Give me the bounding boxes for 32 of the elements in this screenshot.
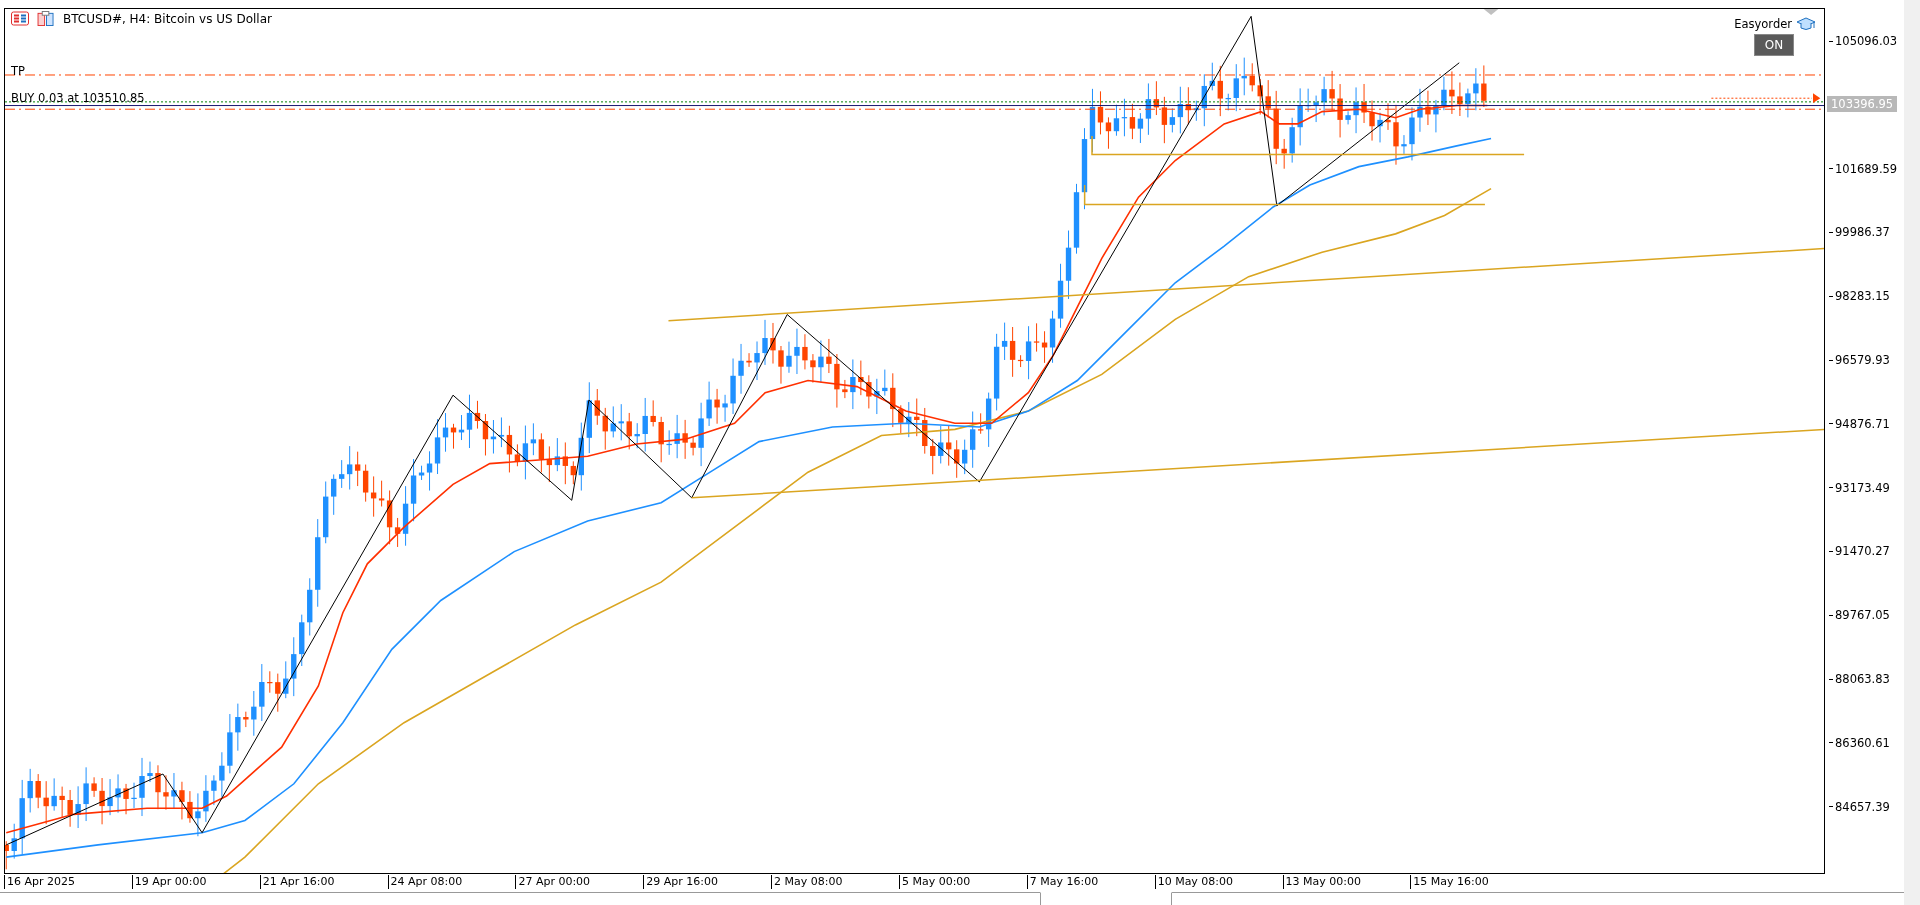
price-label: 94876.71 <box>1829 416 1890 431</box>
current-price-label: 103396.95 <box>1827 96 1898 112</box>
time-label: 5 May 00:00 <box>898 875 971 889</box>
time-label: 29 Apr 16:00 <box>643 875 718 889</box>
price-label: 105096.03 <box>1829 34 1898 48</box>
time-label: 19 Apr 00:00 <box>131 875 207 889</box>
time-label: 13 May 00:00 <box>1282 875 1361 889</box>
price-label: 93173.49 <box>1829 480 1890 495</box>
time-label: 21 Apr 16:00 <box>259 875 335 889</box>
price-label: 88063.83 <box>1829 672 1890 686</box>
time-label: 16 Apr 2025 <box>4 875 75 889</box>
price-label: 96579.93 <box>1829 353 1890 367</box>
time-label: 15 May 16:00 <box>1410 875 1489 889</box>
time-label: 24 Apr 08:00 <box>387 875 463 889</box>
graduation-cap-icon <box>1796 17 1816 31</box>
price-label: 86360.61 <box>1829 735 1890 750</box>
time-label: 2 May 08:00 <box>771 875 843 889</box>
expert-name: Easyorder <box>1734 17 1792 31</box>
on-toggle-button[interactable]: ON <box>1754 34 1794 56</box>
take-profit-label: TP <box>11 64 25 78</box>
time-label: 7 May 16:00 <box>1026 875 1099 889</box>
window-title: BTCUSD#, H4: Bitcoin vs US Dollar <box>63 11 272 26</box>
order-label: BUY 0.03 at 103510.85 <box>11 91 145 105</box>
shift-marker-icon <box>1483 9 1499 16</box>
price-label: 84657.39 <box>1829 799 1890 814</box>
arrow-marker-icon <box>1813 93 1821 104</box>
list-icon <box>11 11 29 26</box>
template-icon <box>37 11 55 26</box>
time-label: 10 May 08:00 <box>1154 875 1234 889</box>
time-label: 27 Apr 00:00 <box>515 875 591 889</box>
bottom-tab[interactable] <box>1040 892 1172 905</box>
price-label: 101689.59 <box>1829 161 1898 176</box>
